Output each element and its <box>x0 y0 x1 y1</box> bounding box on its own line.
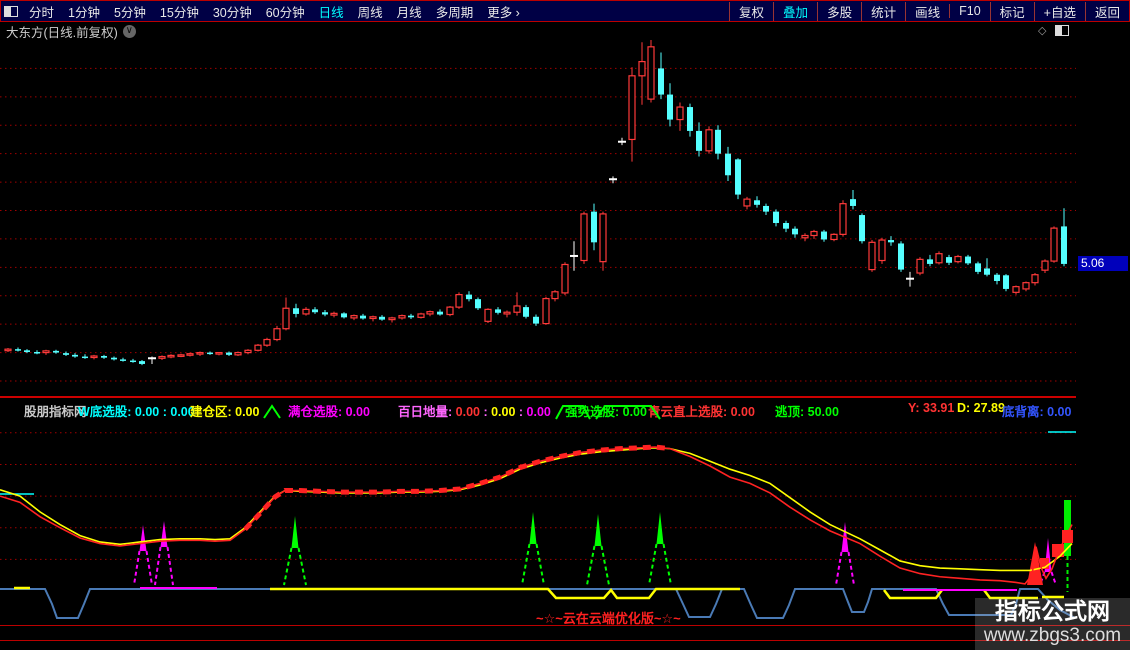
indicator-header-item-3: 满仓选股: 0.00 <box>288 405 370 419</box>
menu-item-60分钟[interactable]: 60分钟 <box>259 2 312 21</box>
diamond-icon[interactable]: ◇ <box>1038 24 1046 37</box>
split-screen-icon[interactable] <box>4 5 18 17</box>
menu-item-多周期[interactable]: 多周期 <box>429 2 481 21</box>
period-menu-items: 分时 1分钟 5分钟 15分钟 30分钟 60分钟 日线 周线 月线 多周期 更多 › <box>22 2 527 21</box>
indicator-header-item-7: 逃顶: 50.00 <box>775 405 839 419</box>
indicator-header-item-1: W底选股: 0.00 : 0.00 <box>78 405 195 419</box>
site-watermark: 指标公式网 www.zbgs3.com <box>975 598 1130 650</box>
menu-item-5分钟[interactable]: 5分钟 <box>107 2 153 21</box>
right-price-axis: 5.06 <box>1076 22 1130 642</box>
indicator-header: 股朋指标网 W底选股: 0.00 : 0.00 建仓区: 0.00 满仓选股: 0.0… <box>0 396 1130 420</box>
menu-item-日线[interactable]: 日线 <box>312 2 351 21</box>
menu-item-分时[interactable]: 分时 <box>22 2 61 21</box>
trading-app-window: 分时 1分钟 5分钟 15分钟 30分钟 60分钟 日线 周线 月线 多周期 更多 › 复权 叠加 多股… <box>0 0 1130 650</box>
menu-item-更多 ›[interactable]: 更多 › <box>480 2 527 21</box>
menu-item-画线[interactable]: 画线 <box>905 1 949 21</box>
indicator-panel-chart[interactable] <box>0 420 1076 626</box>
menu-item-周线[interactable]: 周线 <box>351 2 390 21</box>
menu-item-复权[interactable]: 复权 <box>729 1 773 21</box>
time-axis <box>0 625 1130 641</box>
chevron-circle-icon[interactable]: ∨ <box>122 24 136 38</box>
menu-item-+自选[interactable]: +自选 <box>1033 1 1085 21</box>
menu-item-多股[interactable]: 多股 <box>817 1 861 21</box>
menu-item-统计[interactable]: 统计 <box>861 1 905 21</box>
menu-item-返回[interactable]: 返回 <box>1084 1 1129 21</box>
indicator-header-item-6: 青云直上选股: 0.00 <box>648 405 755 419</box>
chart-title-bar: 大东方(日线.前复权) ∨ <box>0 22 1082 40</box>
menu-item-叠加[interactable]: 叠加 <box>773 1 817 21</box>
candlestick-chart[interactable] <box>0 40 1076 396</box>
menu-item-30分钟[interactable]: 30分钟 <box>206 2 259 21</box>
indicator-header-item-2: 建仓区: 0.00 <box>190 405 260 419</box>
menu-item-标记[interactable]: 标记 <box>989 1 1034 21</box>
indicator-header-item-5: 强势选股: 0.00 <box>565 405 647 419</box>
last-price-tag: 5.06 <box>1078 256 1128 271</box>
indicator-header-item-4: 百日地量: 0.00 : 0.00 : 0.00 <box>398 405 551 419</box>
tool-menu-items: 复权 叠加 多股 统计 画线 F10 标记 +自选 返回 <box>729 1 1129 21</box>
site-watermark-url: www.zbgs3.com <box>983 625 1122 646</box>
time-axis-ticks <box>0 641 1130 650</box>
period-menu-bar: 分时 1分钟 5分钟 15分钟 30分钟 60分钟 日线 周线 月线 多周期 更多 › 复权 叠加 多股… <box>0 0 1130 22</box>
site-watermark-title: 指标公式网 <box>995 598 1110 624</box>
indicator-header-item-8: Y: 33.91 <box>908 401 955 415</box>
page-title: 大东方(日线.前复权) <box>6 25 118 40</box>
indicator-header-item-9: D: 27.89 <box>957 401 1005 415</box>
menu-item-月线[interactable]: 月线 <box>390 2 429 21</box>
menu-item-F10[interactable]: F10 <box>949 4 990 18</box>
menu-item-1分钟[interactable]: 1分钟 <box>61 2 107 21</box>
axis-ticks <box>1076 22 1130 642</box>
menu-item-15分钟[interactable]: 15分钟 <box>153 2 206 21</box>
split-screen-icon[interactable] <box>1055 24 1070 36</box>
indicator-header-item-10: 底背离: 0.00 <box>1002 405 1072 419</box>
